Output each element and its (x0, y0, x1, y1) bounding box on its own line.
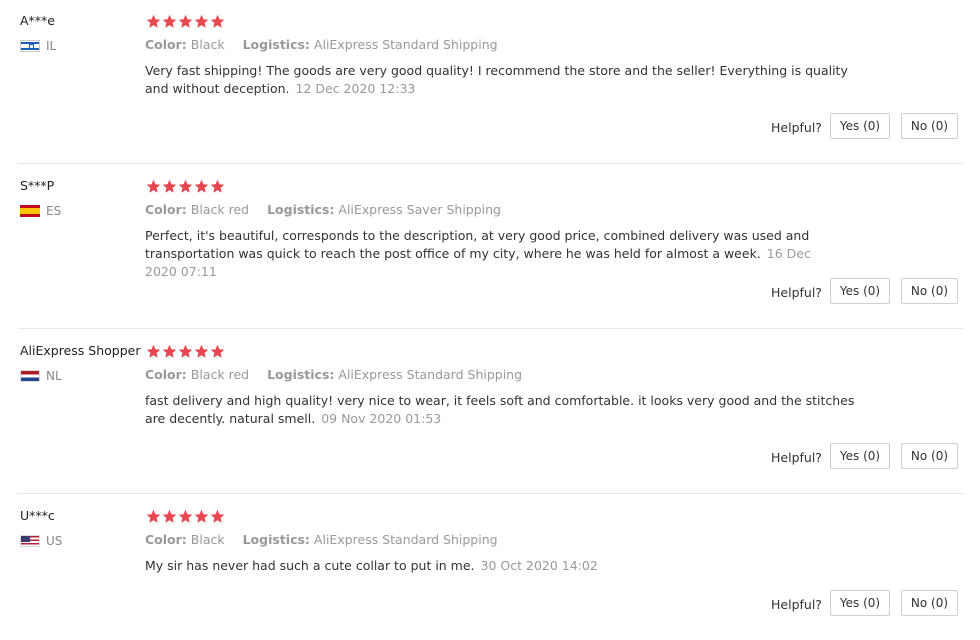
reviewer-name: U***c (20, 508, 55, 523)
star-rating (146, 179, 225, 195)
helpful-no-button[interactable]: No (0) (901, 590, 958, 616)
review-body: Very fast shipping! The goods are very g… (145, 63, 848, 96)
color-label: Color: (145, 37, 187, 52)
logistics-label: Logistics: (242, 37, 310, 52)
reviewer-country: ES (20, 204, 61, 218)
star-icon (210, 179, 225, 193)
star-icon (178, 179, 193, 193)
helpful-label: Helpful? (771, 450, 822, 465)
star-icon (146, 179, 161, 193)
color-label: Color: (145, 532, 187, 547)
netherlands-flag-icon (20, 370, 40, 382)
star-icon (146, 509, 161, 523)
star-rating (146, 344, 225, 360)
star-icon (162, 509, 177, 523)
reviewer-country: IL (20, 39, 56, 53)
logistics-value: AliExpress Standard Shipping (313, 532, 498, 547)
helpful-yes-button[interactable]: Yes (0) (830, 278, 890, 304)
star-icon (210, 344, 225, 358)
star-icon (178, 509, 193, 523)
israel-flag-icon (20, 40, 40, 52)
country-code: US (46, 534, 63, 548)
reviewer-name: A***e (20, 13, 55, 28)
logistics-value: AliExpress Standard Shipping (338, 367, 523, 382)
logistics-label: Logistics: (267, 202, 335, 217)
star-icon (146, 14, 161, 28)
color-value: Black red (190, 367, 250, 382)
review-date: 30 Oct 2020 14:02 (480, 558, 598, 573)
star-icon (194, 179, 209, 193)
review-body: Perfect, it's beautiful, corresponds to … (145, 228, 810, 261)
star-icon (210, 14, 225, 28)
helpful-no-button[interactable]: No (0) (901, 278, 958, 304)
helpful-label: Helpful? (771, 120, 822, 135)
country-code: ES (46, 204, 62, 218)
star-icon (194, 344, 209, 358)
review-attributes: Color: Black Logistics: AliExpress Stand… (145, 37, 498, 52)
country-code: IL (46, 39, 57, 53)
review-attributes: Color: Black Logistics: AliExpress Stand… (145, 532, 498, 547)
review-divider (18, 328, 964, 329)
star-icon (178, 344, 193, 358)
review-body: fast delivery and high quality! very nic… (145, 393, 855, 426)
country-code: NL (46, 369, 62, 383)
star-icon (162, 14, 177, 28)
star-icon (146, 344, 161, 358)
review-body: My sir has never had such a cute collar … (145, 558, 475, 573)
star-icon (162, 344, 177, 358)
reviewer-country: NL (20, 369, 62, 383)
star-rating (146, 509, 225, 525)
helpful-label: Helpful? (771, 597, 822, 612)
reviewer-name: AliExpress Shopper (20, 343, 141, 358)
helpful-yes-button[interactable]: Yes (0) (830, 443, 890, 469)
review-date: 09 Nov 2020 01:53 (321, 411, 442, 426)
helpful-no-button[interactable]: No (0) (901, 443, 958, 469)
star-icon (178, 14, 193, 28)
reviewer-name: S***P (20, 178, 55, 193)
star-rating (146, 14, 225, 30)
star-icon (194, 14, 209, 28)
usa-flag-icon (20, 535, 40, 547)
spain-flag-icon (20, 205, 40, 217)
review-divider (18, 163, 964, 164)
review-text: Perfect, it's beautiful, corresponds to … (145, 227, 845, 281)
review-attributes: Color: Black red Logistics: AliExpress S… (145, 202, 501, 217)
star-icon (162, 179, 177, 193)
review-date: 12 Dec 2020 12:33 (295, 81, 416, 96)
logistics-value: AliExpress Standard Shipping (313, 37, 498, 52)
logistics-value: AliExpress Saver Shipping (338, 202, 501, 217)
star-icon (194, 509, 209, 523)
reviewer-country: US (20, 534, 62, 548)
color-label: Color: (145, 202, 187, 217)
review-text: Very fast shipping! The goods are very g… (145, 62, 865, 98)
review-text: fast delivery and high quality! very nic… (145, 392, 865, 428)
logistics-label: Logistics: (242, 532, 310, 547)
review-text: My sir has never had such a cute collar … (145, 557, 865, 575)
helpful-yes-button[interactable]: Yes (0) (830, 113, 890, 139)
star-icon (210, 509, 225, 523)
color-value: Black (190, 532, 225, 547)
color-label: Color: (145, 367, 187, 382)
review-attributes: Color: Black red Logistics: AliExpress S… (145, 367, 522, 382)
review-divider (18, 493, 964, 494)
color-value: Black (190, 37, 225, 52)
helpful-label: Helpful? (771, 285, 822, 300)
color-value: Black red (190, 202, 250, 217)
helpful-no-button[interactable]: No (0) (901, 113, 958, 139)
logistics-label: Logistics: (267, 367, 335, 382)
helpful-yes-button[interactable]: Yes (0) (830, 590, 890, 616)
